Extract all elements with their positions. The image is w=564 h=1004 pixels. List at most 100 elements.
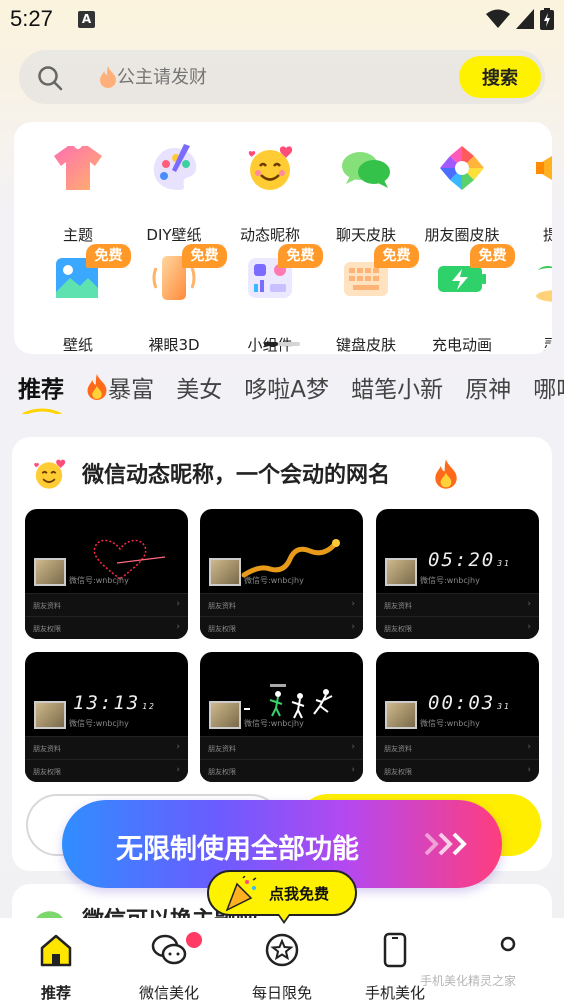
tab-crayon-shin-chan[interactable]: 蜡笔小新: [351, 370, 443, 404]
nav-recommended[interactable]: 推荐: [0, 930, 116, 1002]
party-popper-icon: [225, 876, 257, 912]
category-label: 提示: [542, 226, 552, 244]
chevron-right-icon: ›: [176, 742, 180, 752]
nickname-preview[interactable]: 13:13 12 微信号:wnbcjhy 朋友资料 › 朋友权限 ›: [25, 652, 188, 782]
profile-row: 朋友资料 ›: [200, 736, 363, 760]
avatar: [209, 558, 241, 586]
permission-row: 朋友权限 ›: [25, 616, 188, 639]
row-label: 朋友资料: [384, 602, 412, 610]
nav-profile[interactable]: [448, 930, 564, 1000]
bubble-tail: [277, 914, 291, 924]
status-time: 5:27: [10, 6, 53, 31]
nickname-preview[interactable]: 微信号:wnbcjhy 朋友资料 › 朋友权限 ›: [25, 509, 188, 639]
category-naked-eye-3d[interactable]: 免费 裸眼3D: [125, 244, 227, 354]
wechat-id: 微信号:wnbcjhy: [420, 576, 480, 585]
fire-icon: [87, 374, 107, 400]
category-moments-skin[interactable]: 朋友圈皮肤: [413, 142, 503, 244]
row-label: 朋友资料: [208, 602, 236, 610]
palm-island-icon: [536, 266, 552, 302]
category-grid: 主题 DIY壁纸 动态昵称 聊天皮肤 朋友圈皮肤 提示 免费 壁纸 免费 裸眼3…: [14, 122, 552, 354]
nav-label: 每日限免: [251, 984, 312, 1002]
nickname-preview[interactable]: 00:03 31 微信号:wnbcjhy 朋友资料 › 朋友权限 ›: [376, 652, 539, 782]
category-keyboard-skin[interactable]: 免费 键盘皮肤: [317, 244, 419, 354]
nav-daily-free[interactable]: 每日限免: [222, 930, 342, 1002]
tab-nezha[interactable]: 哪吒: [533, 370, 564, 404]
row-label: 朋友权限: [384, 768, 412, 776]
search-bar[interactable]: 搜索: [19, 50, 545, 104]
chevron-right-icon: ›: [527, 765, 531, 775]
row-label: 朋友资料: [208, 745, 236, 753]
nickname-preview[interactable]: 微信号:wnbcjhy 朋友资料 › 朋友权限 ›: [200, 509, 363, 639]
smiley-hearts-icon: [34, 459, 66, 489]
page-indicator-active: [264, 342, 278, 346]
row-label: 朋友权限: [33, 768, 61, 776]
tab-beauty[interactable]: 美女: [176, 370, 222, 404]
category-charging-animation[interactable]: 免费 充电动画: [413, 244, 515, 354]
profile-row: 朋友资料 ›: [200, 593, 363, 617]
claim-free-bubble[interactable]: 点我免费: [207, 870, 357, 924]
category-widgets[interactable]: 免费 小组件: [221, 244, 323, 354]
bottom-nav: 推荐 微信美化 每日限免 手机美化: [0, 918, 564, 1004]
notification-dot: [186, 932, 202, 948]
fire-icon: [100, 66, 116, 88]
category-wallpaper[interactable]: 免费 壁纸: [29, 244, 131, 354]
tab-genshin[interactable]: 原神: [465, 370, 511, 404]
tab-doraemon[interactable]: 哆啦A梦: [244, 370, 329, 404]
category-tips[interactable]: 提示: [509, 142, 552, 244]
category-dynamic-nickname[interactable]: 动态昵称: [221, 142, 311, 244]
permission-row: 朋友权限 ›: [200, 759, 363, 782]
row-label: 朋友资料: [384, 745, 412, 753]
wechat-id: 微信号:wnbcjhy: [420, 719, 480, 728]
chevron-right-icon: ›: [351, 765, 355, 775]
star-badge-icon: [265, 933, 299, 967]
tab-recommended[interactable]: 推荐: [18, 370, 64, 414]
status-bar: 5:27 A: [0, 0, 564, 40]
chevron-right-icon: ›: [527, 599, 531, 609]
category-theme[interactable]: 主题: [29, 142, 119, 244]
nav-label: 推荐: [40, 984, 71, 1002]
tab-rich[interactable]: 暴富: [86, 370, 154, 404]
profile-row: 朋友资料 ›: [376, 593, 539, 617]
row-label: 朋友资料: [33, 602, 61, 610]
clock-time: 05:20: [428, 549, 496, 571]
promo-text: 无限制使用全部功能: [116, 834, 359, 865]
permission-row: 朋友权限 ›: [376, 616, 539, 639]
tshirt-icon: [54, 146, 102, 190]
notification-icon: A: [78, 11, 95, 28]
chevron-right-icon: ›: [176, 599, 180, 609]
permission-row: 朋友权限 ›: [25, 759, 188, 782]
row-label: 朋友权限: [208, 625, 236, 633]
palette-icon: [153, 144, 197, 190]
nickname-preview[interactable]: 05:20 31 微信号:wnbcjhy 朋友资料 › 朋友权限 ›: [376, 509, 539, 639]
category-dynamic-island[interactable]: 灵动: [509, 252, 552, 354]
watermark: 手机美化精灵之家: [420, 974, 517, 988]
search-button[interactable]: 搜索: [459, 56, 541, 98]
avatar: [34, 701, 66, 729]
camera-aperture-icon: [440, 146, 484, 190]
clock-seconds: 12: [142, 702, 156, 711]
topic-tabs: 推荐 暴富 美女 哆啦A梦 蜡笔小新 原神 哪吒: [18, 370, 564, 414]
search-input[interactable]: [117, 62, 457, 92]
nav-label: 微信美化: [138, 984, 199, 1002]
row-label: 朋友权限: [208, 768, 236, 776]
category-diy-wallpaper[interactable]: DIY壁纸: [125, 142, 215, 244]
chevron-right-icon: ›: [176, 765, 180, 775]
status-icons: [486, 8, 554, 30]
wifi-icon: [486, 9, 510, 28]
wechat-id: 微信号:wnbcjhy: [244, 576, 304, 585]
permission-row: 朋友权限 ›: [376, 759, 539, 782]
clock-time: 13:13: [73, 692, 141, 714]
clock-text: 13:13 12: [73, 692, 156, 714]
wechat-id: 微信号:wnbcjhy: [69, 576, 129, 585]
fire-icon: [435, 459, 457, 489]
avatar: [209, 701, 241, 729]
category-chat-skin[interactable]: 聊天皮肤: [317, 142, 407, 244]
nav-phone-beautify[interactable]: 手机美化: [335, 930, 455, 1002]
nav-wechat-beautify[interactable]: 微信美化: [109, 930, 229, 1002]
permission-row: 朋友权限 ›: [200, 616, 363, 639]
wechat-id: 微信号:wnbcjhy: [244, 719, 304, 728]
nickname-preview[interactable]: 微信号:wnbcjhy 朋友资料 › 朋友权限 ›: [200, 652, 363, 782]
page-indicator-rest: [278, 342, 300, 346]
chevron-right-icon: ›: [351, 599, 355, 609]
chevron-right-icon: ›: [527, 742, 531, 752]
